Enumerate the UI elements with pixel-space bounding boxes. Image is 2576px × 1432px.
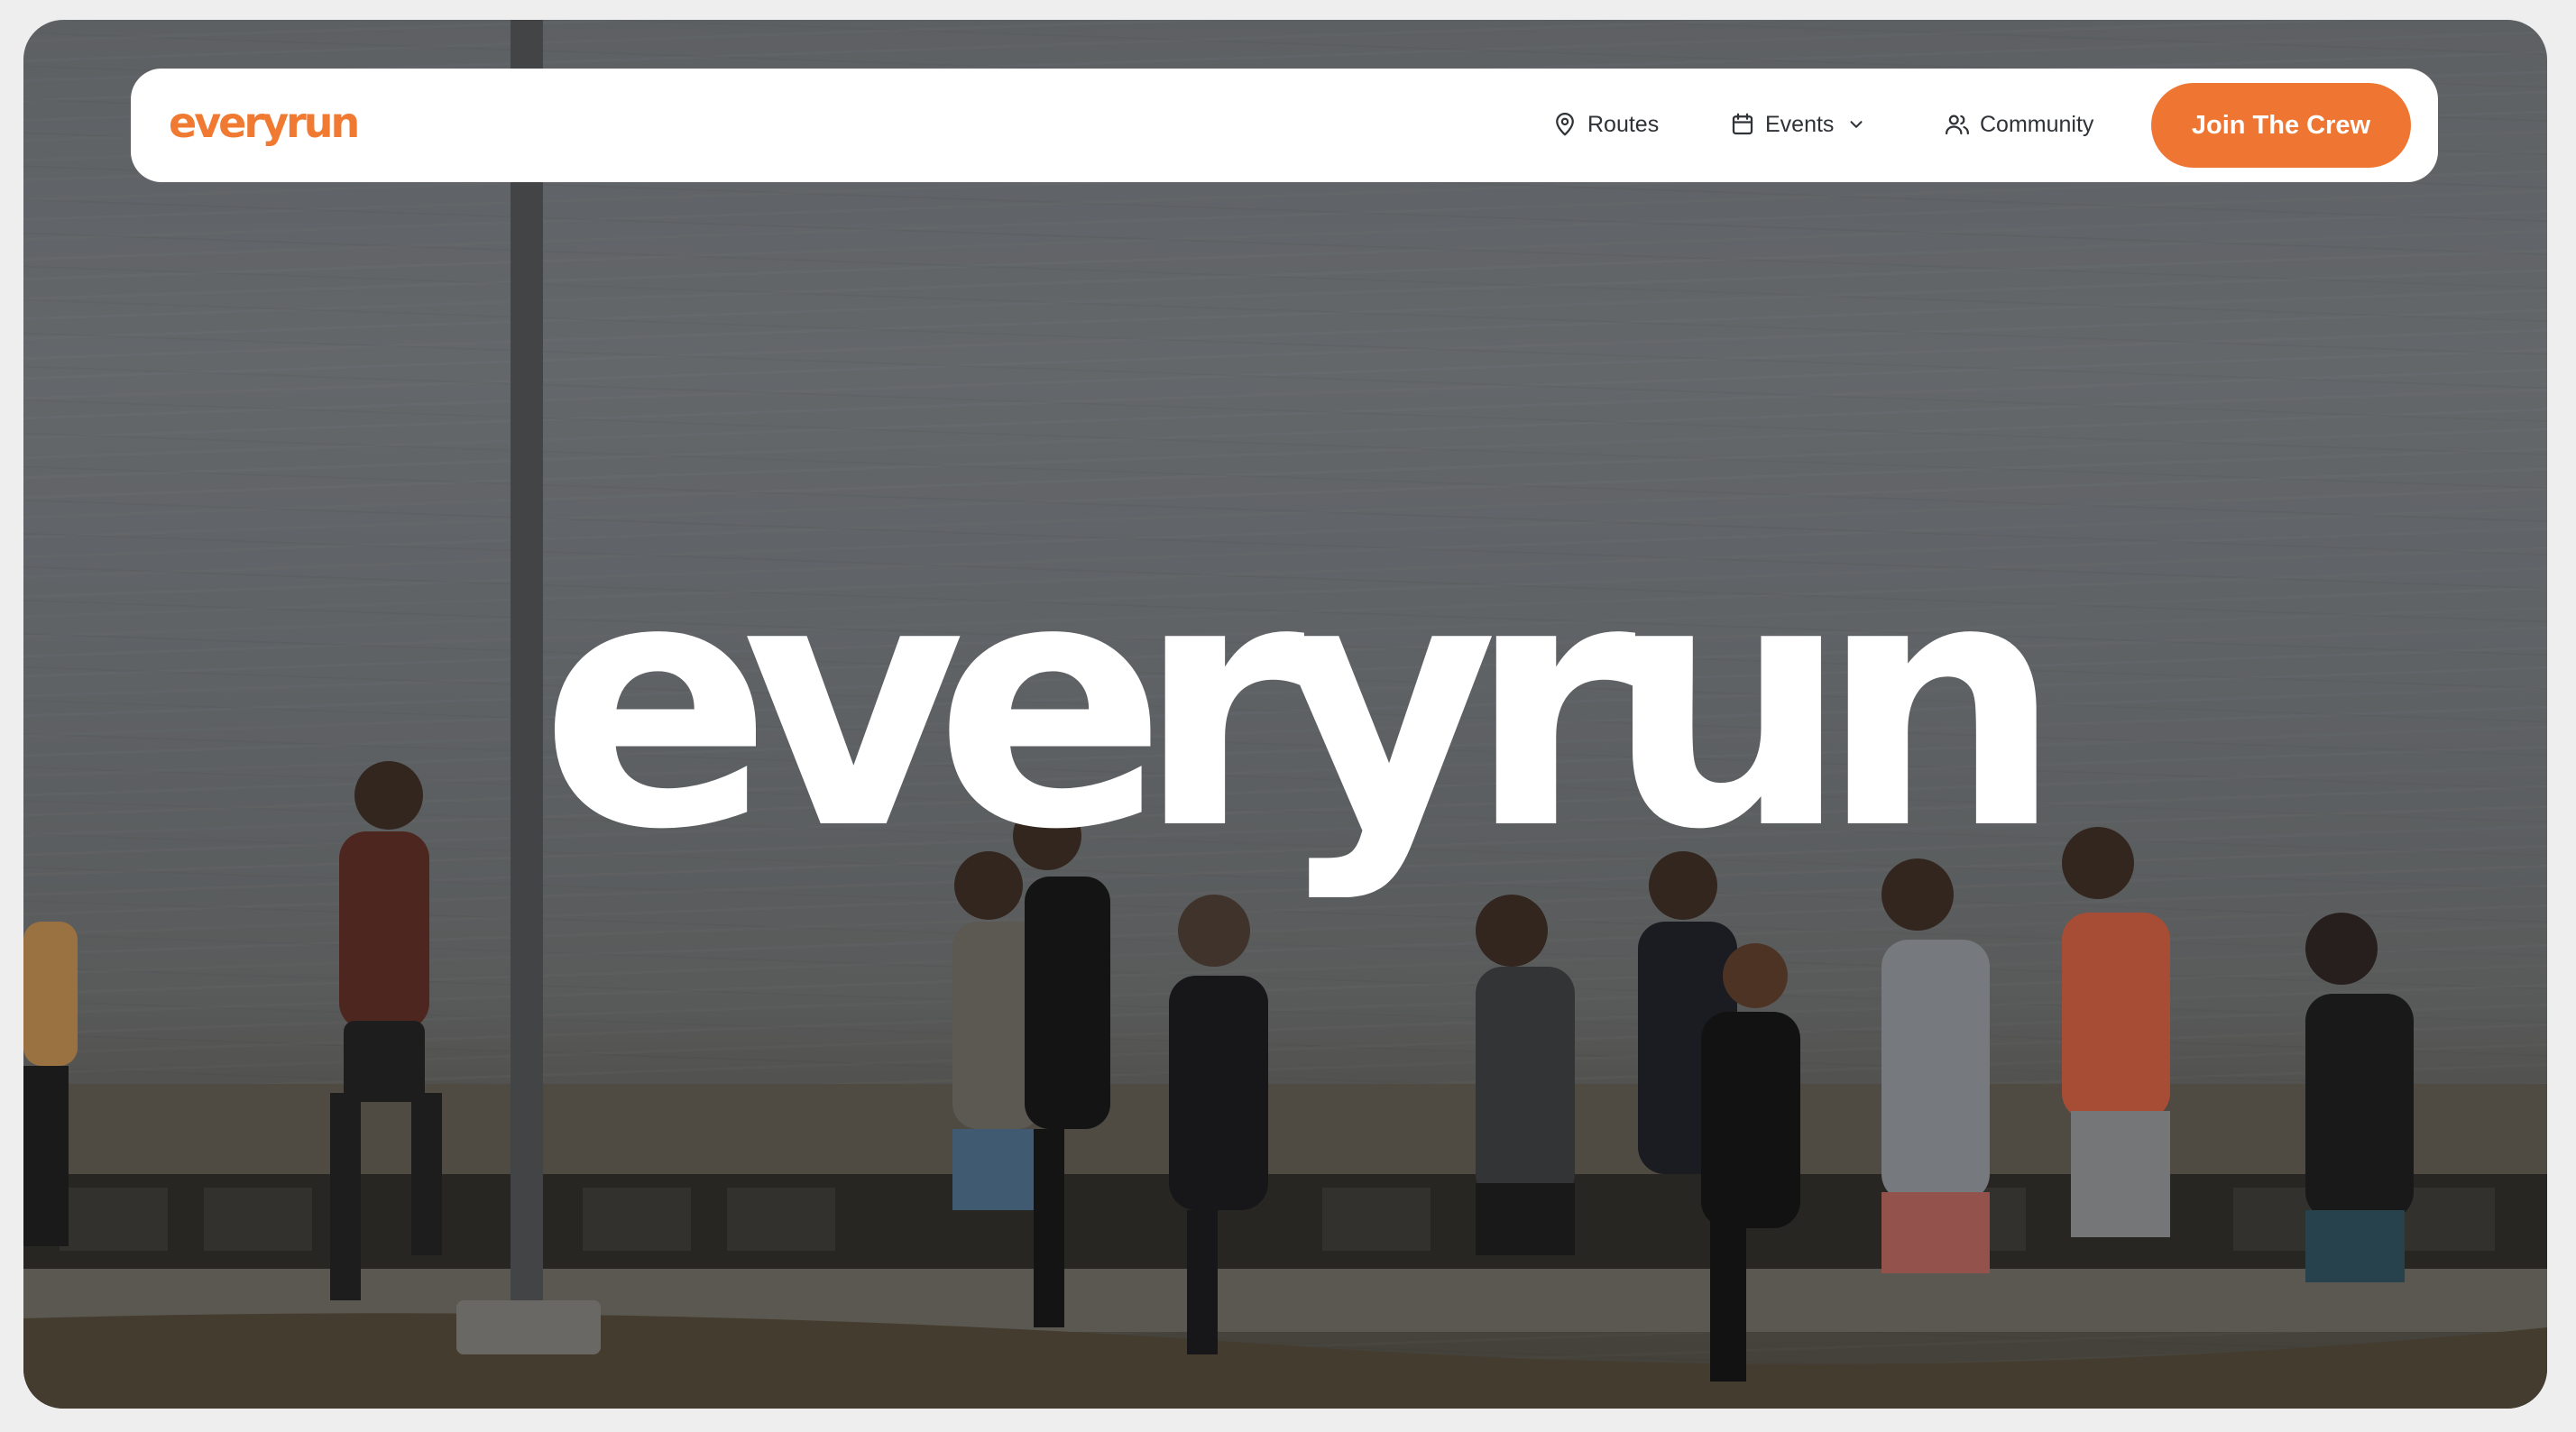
nav-item-events-label: Events — [1765, 111, 1835, 137]
users-icon — [1944, 111, 1971, 138]
nav-item-community-label: Community — [1980, 111, 2094, 137]
brand-logo[interactable]: everyrun — [169, 99, 360, 146]
calendar-icon — [1729, 111, 1756, 138]
map-pin-icon — [1551, 111, 1578, 138]
nav-item-routes-label: Routes — [1587, 111, 1660, 137]
nav-item-community[interactable]: Community — [1944, 105, 2093, 144]
nav-item-routes[interactable]: Routes — [1551, 105, 1659, 144]
join-the-crew-button[interactable]: Join The Crew — [2151, 83, 2411, 168]
chevron-down-icon[interactable] — [1846, 115, 1866, 134]
hero-wordmark: everyrun — [539, 505, 2064, 904]
hero-section: everyrun — [23, 20, 2547, 1409]
top-navigation-bar: everyrun Routes Events Community Join Th… — [131, 69, 2438, 182]
nav-item-events[interactable]: Events — [1729, 105, 1866, 144]
